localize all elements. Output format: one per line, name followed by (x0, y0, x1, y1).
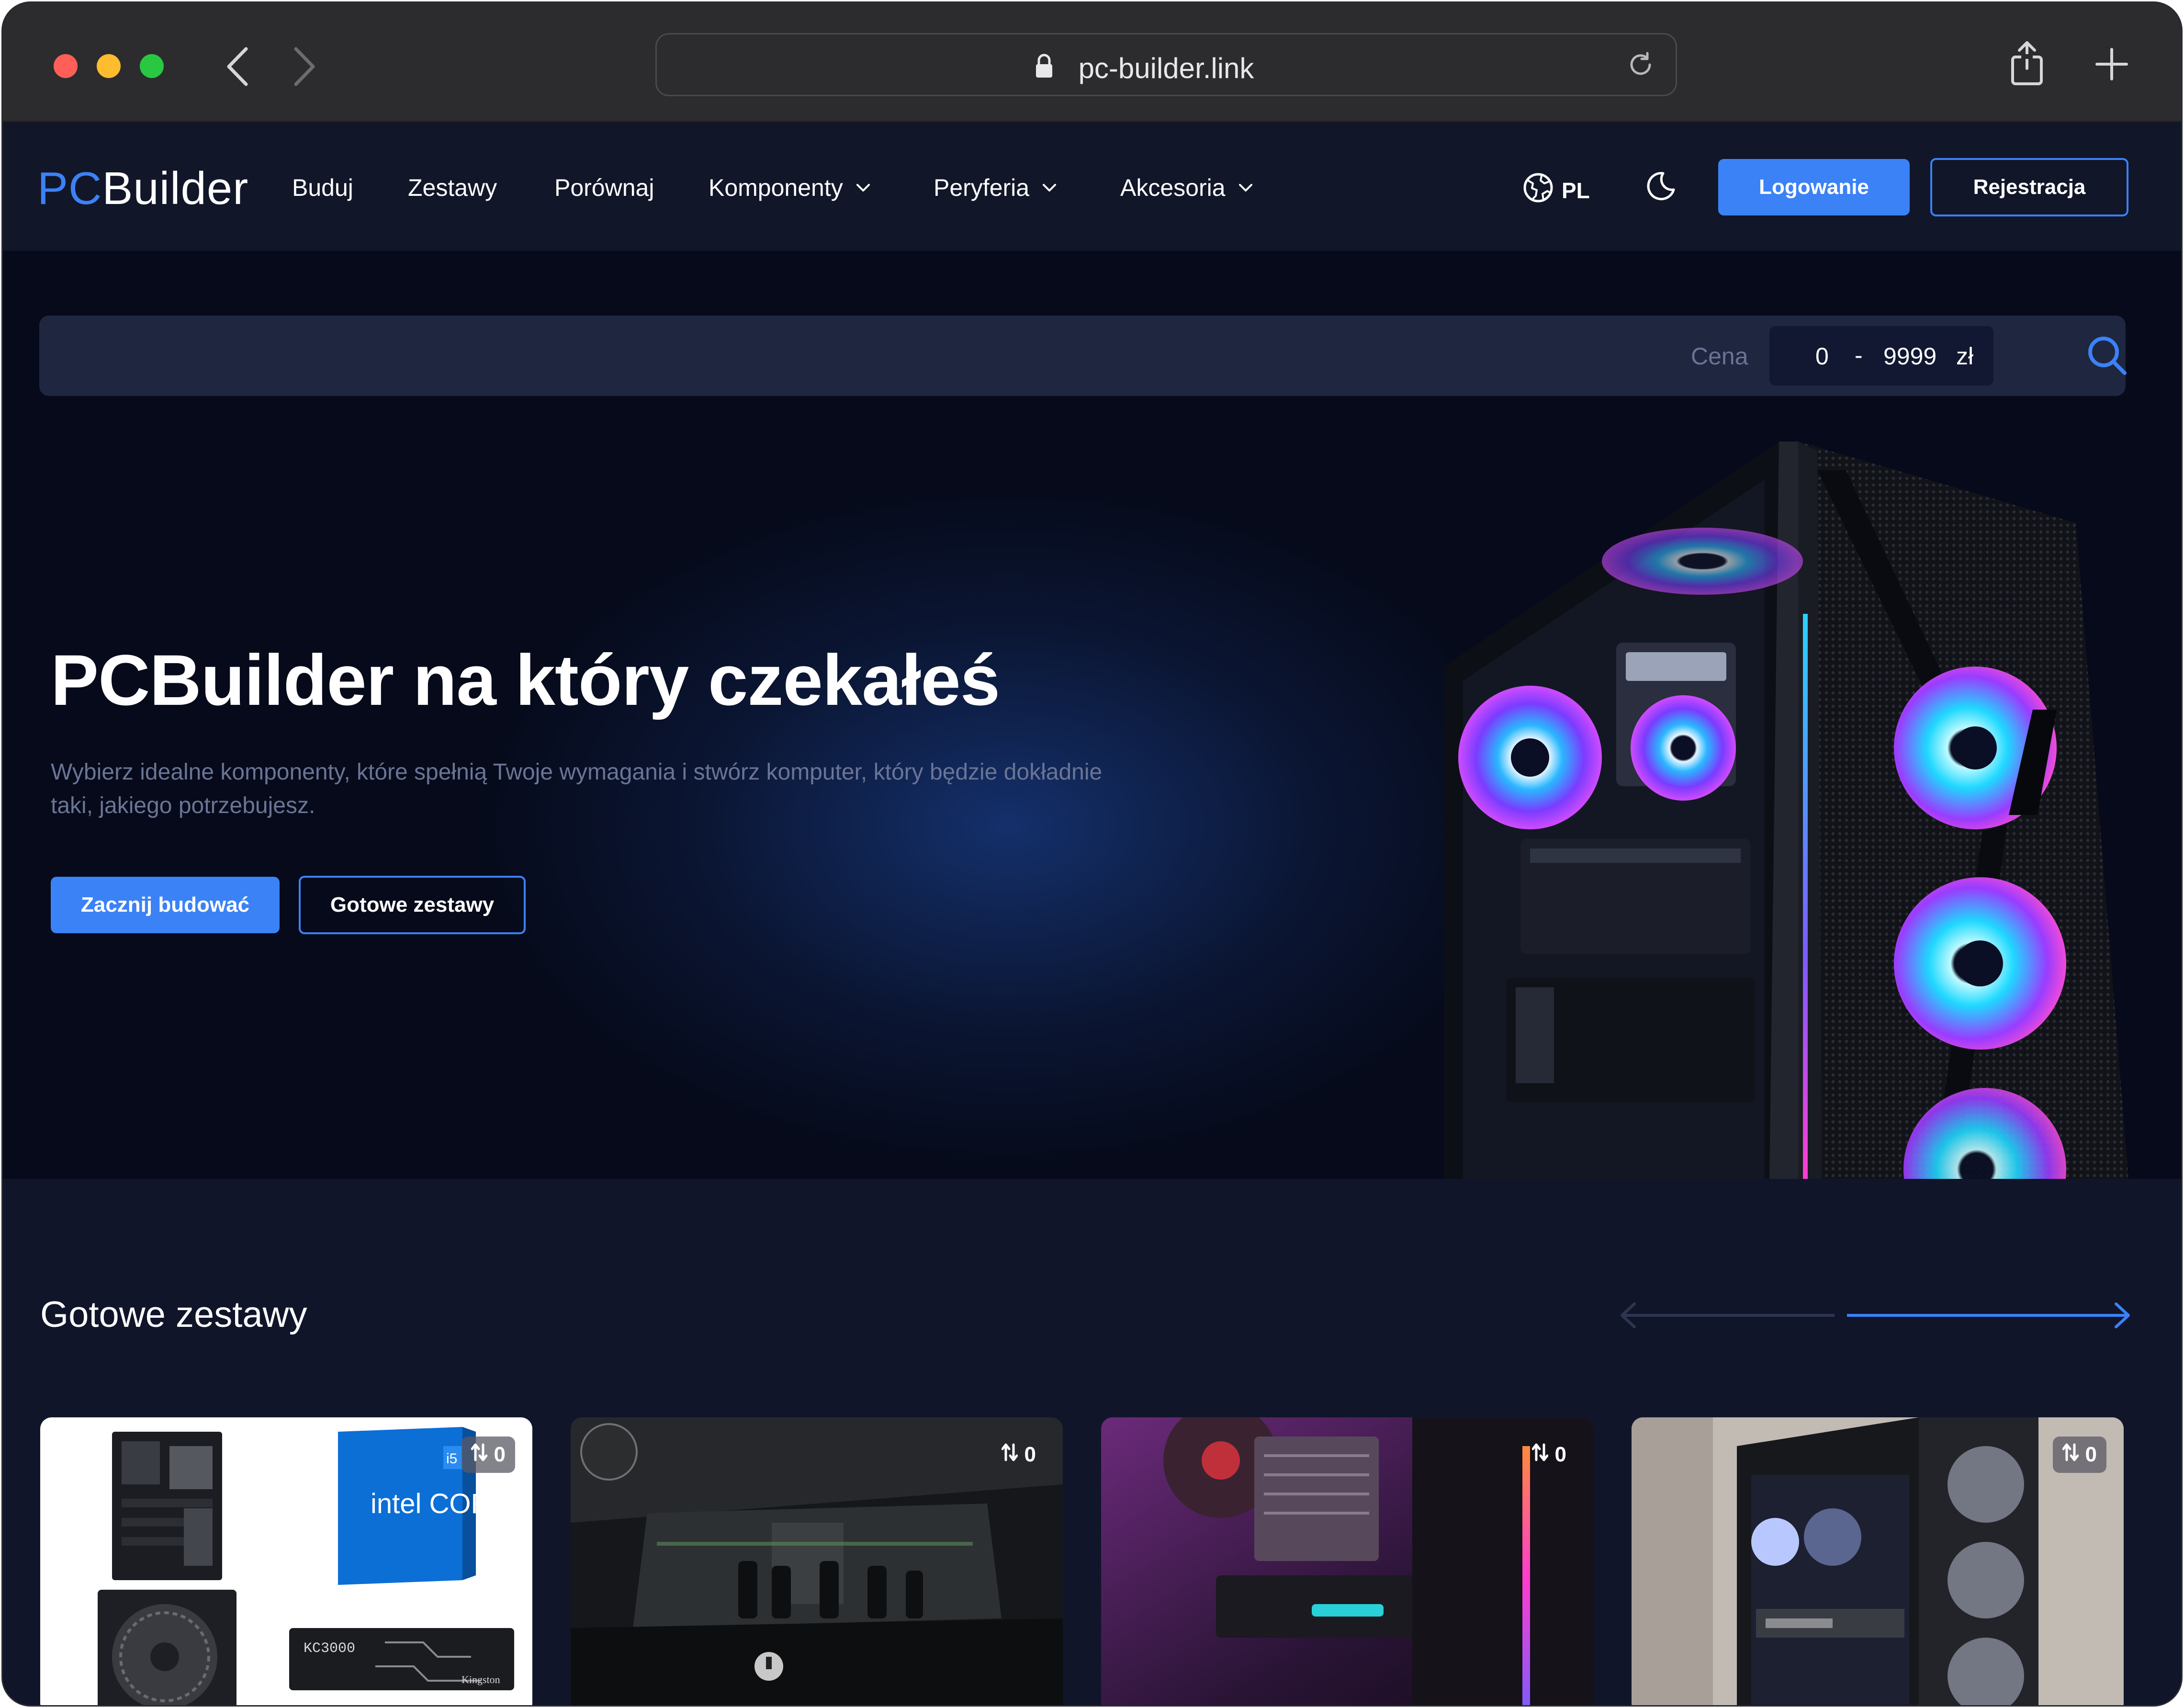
login-button[interactable]: Logowanie (1718, 159, 1910, 215)
compare-count-badge[interactable]: 0 (461, 1437, 515, 1473)
compare-count-badge[interactable]: 0 (992, 1437, 1046, 1473)
new-tab-plus-icon[interactable] (2095, 47, 2128, 81)
language-label: PL (1562, 178, 1590, 203)
price-max-input[interactable]: 9999 (1883, 342, 1936, 370)
nav-item-komponenty[interactable]: Komponenty (709, 174, 871, 202)
set-card-image: intel CORE i5 KC3000 Kingston (98, 1427, 514, 1705)
carousel-prev-arrow-icon[interactable] (1618, 1301, 1838, 1332)
ready-sets-button[interactable]: Gotowe zestawy (299, 876, 526, 934)
badge-count: 0 (1554, 1443, 1566, 1466)
zoom-window-button[interactable] (140, 54, 164, 78)
set-card[interactable]: 0 (1632, 1417, 2124, 1705)
minimize-window-button[interactable] (97, 54, 121, 78)
swap-arrows-icon (471, 1443, 488, 1467)
compare-count-badge[interactable]: 0 (1522, 1437, 1576, 1473)
badge-count: 0 (494, 1443, 506, 1466)
nav-item-porownaj[interactable]: Porównaj (554, 174, 654, 202)
start-building-button[interactable]: Zacznij budować (51, 877, 280, 933)
set-card[interactable]: 0 (1101, 1417, 1593, 1705)
nav-item-buduj[interactable]: Buduj (292, 174, 353, 202)
hero-title: PCBuilder na który czekałeś (51, 640, 1000, 720)
swap-arrows-icon (1531, 1443, 1549, 1467)
ssd-brand: Kingston (462, 1674, 500, 1685)
price-min-input[interactable]: 0 (1815, 342, 1829, 370)
language-switcher[interactable]: PL (1522, 172, 1590, 209)
price-range-filter[interactable]: 0 - 9999 zł (1769, 326, 1993, 385)
nav-item-label: Komponenty (709, 174, 843, 201)
set-card-image (1632, 1417, 2124, 1705)
price-label: Cena (1691, 343, 1748, 370)
nav-item-akcesoria[interactable]: Akcesoria (1120, 174, 1253, 202)
logo-accent: PC (37, 163, 102, 214)
badge-count: 0 (2085, 1443, 2097, 1466)
hero-subtitle: Wybierz idealne komponenty, które spełni… (51, 759, 1103, 818)
address-bar[interactable]: pc-builder.link (655, 33, 1677, 96)
search-bar[interactable]: Cena 0 - 9999 zł (39, 316, 2129, 396)
close-window-button[interactable] (54, 54, 78, 78)
swap-arrows-icon (1001, 1443, 1018, 1467)
cpu-box-text: intel CORE (371, 1488, 509, 1519)
section-heading: Gotowe zestawy (40, 1294, 307, 1335)
currency-label: zł (1956, 343, 1974, 370)
gaming-pc-image (1434, 441, 2133, 1179)
cpu-tier-label: i5 (446, 1451, 457, 1467)
forward-arrow-icon[interactable] (290, 45, 319, 88)
register-button[interactable]: Rejestracja (1930, 158, 2128, 216)
hero-section: Cena 0 - 9999 zł PCBuilder na który czek… (3, 251, 2181, 1179)
set-card[interactable]: intel CORE i5 KC3000 Kingston 0 (40, 1417, 532, 1705)
ssd-label: KC3000 (304, 1640, 355, 1657)
browser-toolbar: pc-builder.link (3, 3, 2181, 123)
ready-sets-section: Gotowe zestawy intel CORE i5 KC3000 King… (3, 1179, 2181, 1705)
nav-item-label: Akcesoria (1120, 174, 1226, 201)
logo[interactable]: PCBuilder (37, 162, 248, 215)
price-separator: - (1855, 342, 1863, 369)
badge-count: 0 (1024, 1443, 1036, 1466)
moon-icon[interactable] (1644, 170, 1677, 205)
browser-window: pc-builder.link PCBuilder Buduj Zestawy … (3, 3, 2181, 1705)
nav-item-label: Porównaj (554, 174, 654, 201)
search-icon[interactable] (2085, 334, 2129, 380)
nav-item-label: Peryferia (934, 174, 1030, 201)
reload-icon[interactable] (1625, 49, 1656, 83)
back-arrow-icon[interactable] (223, 45, 252, 88)
nav-item-label: Buduj (292, 174, 353, 201)
chevron-down-icon (856, 183, 871, 192)
chevron-down-icon (1238, 183, 1253, 192)
nav-item-peryferia[interactable]: Peryferia (934, 174, 1057, 202)
set-card-image (1101, 1417, 1593, 1705)
compare-count-badge[interactable]: 0 (2052, 1437, 2106, 1473)
url-text: pc-builder.link (1078, 52, 1254, 84)
globe-icon (1522, 172, 1554, 209)
logo-text: Builder (102, 163, 249, 214)
site-navbar: PCBuilder Buduj Zestawy Porównaj Kompone… (3, 124, 2181, 251)
share-icon[interactable] (2008, 39, 2046, 87)
swap-arrows-icon (2062, 1443, 2079, 1467)
chevron-down-icon (1042, 183, 1057, 192)
carousel-next-arrow-icon[interactable] (1846, 1301, 2133, 1332)
nav-item-zestawy[interactable]: Zestawy (408, 174, 497, 202)
set-card[interactable]: 0 (571, 1417, 1063, 1705)
nav-item-label: Zestawy (408, 174, 497, 201)
set-card-image (571, 1417, 1063, 1705)
